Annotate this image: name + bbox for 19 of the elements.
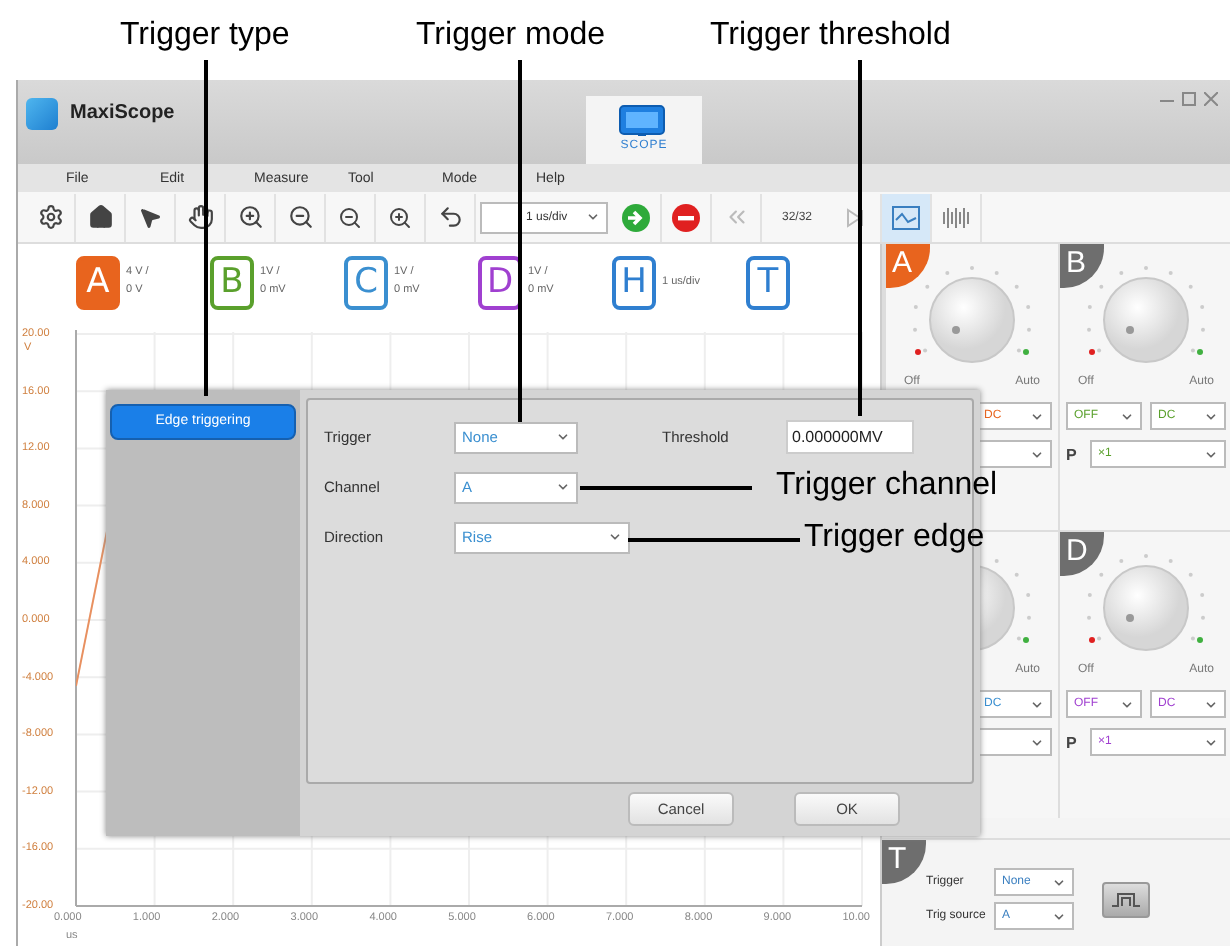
app-title: MaxiScope (70, 102, 175, 124)
channel-button[interactable]: D (478, 255, 522, 309)
callout-label: Trigger mode (416, 16, 606, 56)
channel-button[interactable]: B (210, 255, 254, 309)
callout-label: Trigger edge (804, 518, 985, 558)
channel-button[interactable]: T (746, 255, 790, 309)
channel-button[interactable]: C (344, 255, 388, 309)
probe-label: P (1066, 445, 1079, 463)
channel-badge: D (1060, 532, 1104, 576)
channel-badge: B (1060, 244, 1104, 288)
channel-badge: A (886, 244, 930, 288)
probe-label: P (1066, 733, 1079, 751)
callout-label: Trigger threshold (710, 16, 951, 56)
threshold-field[interactable]: 0.000000MV (786, 420, 914, 454)
callout-label: Trigger channel (776, 466, 998, 506)
callout-label: Trigger type (120, 16, 290, 56)
channel-button[interactable]: A (76, 255, 120, 309)
channel-badge: T (882, 840, 926, 884)
channel-button[interactable]: H (612, 255, 656, 309)
